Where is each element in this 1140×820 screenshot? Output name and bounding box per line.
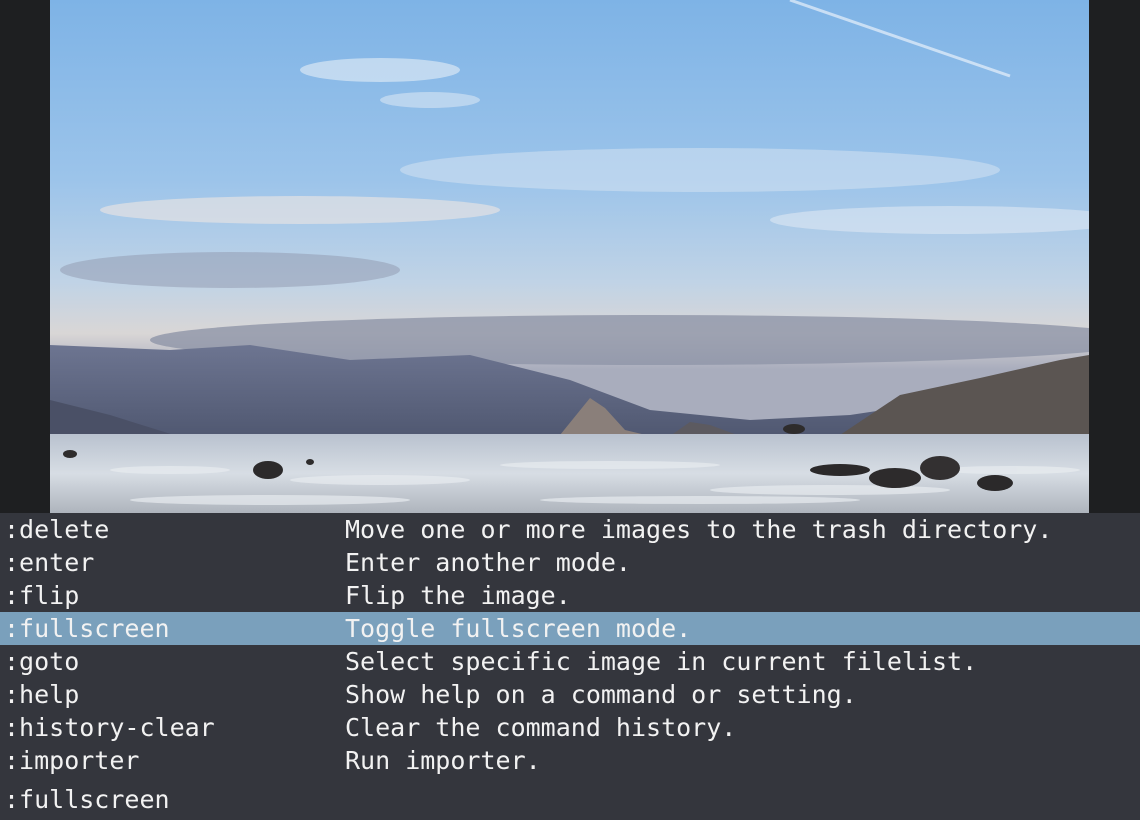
completion-item-importer[interactable]: :importer Run importer.	[0, 744, 1140, 777]
command-line-input[interactable]: :fullscreen	[4, 785, 170, 815]
completion-description: Show help on a command or setting.	[345, 680, 857, 709]
completion-description: Move one or more images to the trash dir…	[345, 515, 1053, 544]
command-completion-list: :delete Move one or more images to the t…	[0, 513, 1140, 777]
completion-description: Clear the command history.	[345, 713, 737, 742]
image-viewport[interactable]	[0, 0, 1140, 513]
completion-command: :flip	[4, 581, 80, 610]
landscape-photo	[50, 0, 1089, 513]
completion-item-enter[interactable]: :enter Enter another mode.	[0, 546, 1140, 579]
completion-description: Enter another mode.	[345, 548, 631, 577]
completion-command: :importer	[4, 746, 140, 775]
command-line-bar[interactable]: :fullscreen	[0, 777, 1140, 820]
completion-command: :delete	[4, 515, 110, 544]
completion-item-history-clear[interactable]: :history-clear Clear the command history…	[0, 711, 1140, 744]
completion-command: :goto	[4, 647, 80, 676]
completion-item-fullscreen-selected[interactable]: :fullscreen Toggle fullscreen mode.	[0, 612, 1140, 645]
completion-item-delete[interactable]: :delete Move one or more images to the t…	[0, 513, 1140, 546]
image-viewer-window: :delete Move one or more images to the t…	[0, 0, 1140, 820]
completion-item-help[interactable]: :help Show help on a command or setting.	[0, 678, 1140, 711]
completion-description: Flip the image.	[345, 581, 571, 610]
completion-item-goto[interactable]: :goto Select specific image in current f…	[0, 645, 1140, 678]
completion-description: Select specific image in current filelis…	[345, 647, 978, 676]
completion-item-flip[interactable]: :flip Flip the image.	[0, 579, 1140, 612]
completion-command: :enter	[4, 548, 95, 577]
completion-command: :history-clear	[4, 713, 215, 742]
completion-command: :fullscreen	[4, 614, 170, 643]
completion-description: Toggle fullscreen mode.	[345, 614, 692, 643]
completion-description: Run importer.	[345, 746, 541, 775]
completion-command: :help	[4, 680, 80, 709]
